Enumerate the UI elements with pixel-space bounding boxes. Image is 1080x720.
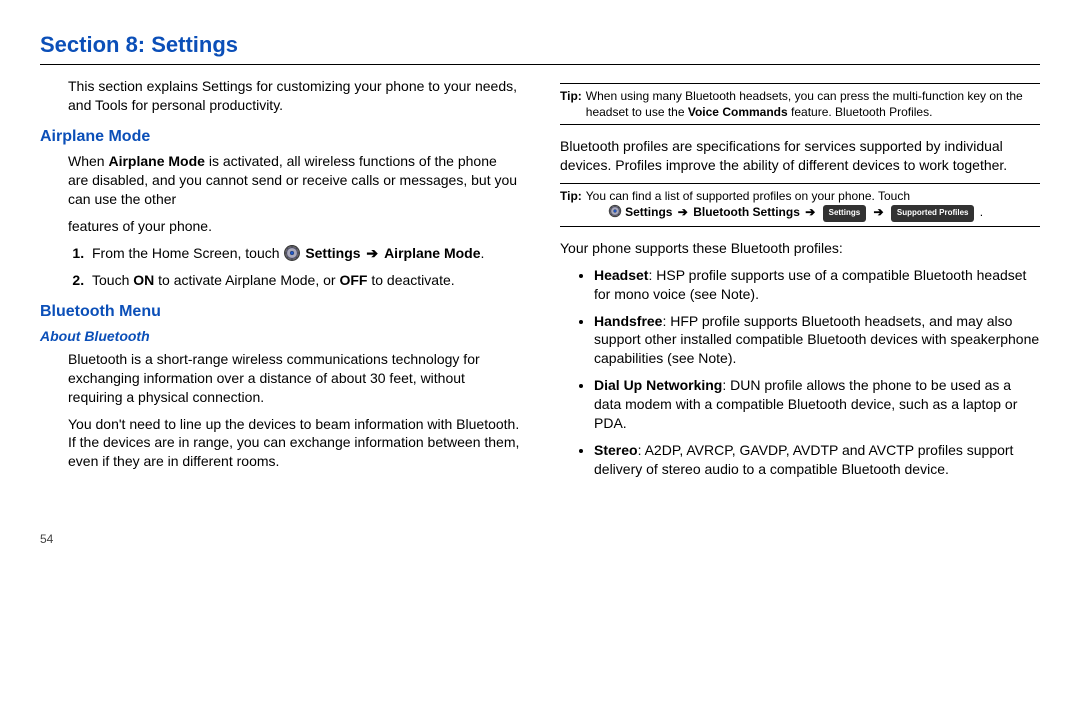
tip-rule-bottom <box>560 226 1040 227</box>
tip-1: Tip: When using many Bluetooth headsets,… <box>560 83 1040 125</box>
tip-text: You can find a list of supported profile… <box>586 188 1040 222</box>
airplane-desc: When Airplane Mode is activated, all wir… <box>68 152 520 209</box>
text: Touch <box>92 272 133 288</box>
voice-commands-bold: Voice Commands <box>688 105 788 119</box>
bluetooth-p2: You don't need to line up the devices to… <box>68 415 520 472</box>
profiles-list: Headset: HSP profile supports use of a c… <box>560 266 1040 479</box>
step-1: From the Home Screen, touch Settings ➔ A… <box>88 244 520 263</box>
tip-content: Tip: You can find a list of supported pr… <box>560 185 1040 225</box>
tip-2: Tip: You can find a list of supported pr… <box>560 183 1040 227</box>
airplane-mode-bold: Airplane Mode <box>108 153 204 169</box>
text: to activate Airplane Mode, or <box>154 272 339 288</box>
list-item: Stereo: A2DP, AVRCP, GAVDP, AVDTP and AV… <box>594 441 1040 479</box>
text: . <box>976 205 983 219</box>
title-rule <box>40 64 1040 65</box>
airplane-mode-heading: Airplane Mode <box>40 126 520 148</box>
about-bluetooth-subheading: About Bluetooth <box>40 327 520 346</box>
gear-icon <box>608 204 622 218</box>
text: : HSP profile supports use of a compatib… <box>594 267 1026 302</box>
dun-bold: Dial Up Networking <box>594 377 722 393</box>
left-column: This section explains Settings for custo… <box>40 77 520 548</box>
gear-icon <box>283 244 301 262</box>
settings-chip-icon: Settings <box>823 205 867 222</box>
off-bold: OFF <box>339 272 367 288</box>
airplane-desc-line2: features of your phone. <box>68 217 520 236</box>
stereo-bold: Stereo <box>594 442 638 458</box>
text: You can find a list of supported profile… <box>586 189 910 203</box>
settings-bold: Settings <box>625 205 672 219</box>
page-number: 54 <box>40 531 520 547</box>
settings-bold: Settings <box>305 245 360 261</box>
bt-settings-bold: Bluetooth Settings <box>693 205 800 219</box>
arrow-icon: ➔ <box>672 205 693 219</box>
tip-rule-top <box>560 83 1040 84</box>
tip-label: Tip: <box>560 188 582 222</box>
text: From the Home Screen, touch <box>92 245 283 261</box>
arrow-icon: ➔ <box>361 245 385 261</box>
supported-profiles-chip-icon: Supported Profiles <box>891 205 975 222</box>
bluetooth-p1: Bluetooth is a short-range wireless comm… <box>68 350 520 407</box>
text: : A2DP, AVRCP, GAVDP, AVDTP and AVCTP pr… <box>594 442 1013 477</box>
list-item: Handsfree: HFP profile supports Bluetoot… <box>594 312 1040 369</box>
on-bold: ON <box>133 272 154 288</box>
handsfree-bold: Handsfree <box>594 313 662 329</box>
tip-line2: Settings ➔ Bluetooth Settings ➔ Settings… <box>608 204 1040 222</box>
tip-rule-top <box>560 183 1040 184</box>
tip-rule-bottom <box>560 124 1040 125</box>
intro-text: This section explains Settings for custo… <box>68 77 520 115</box>
headset-bold: Headset <box>594 267 648 283</box>
step-2: Touch ON to activate Airplane Mode, or O… <box>88 271 520 290</box>
profiles-desc: Bluetooth profiles are specifications fo… <box>560 137 1040 175</box>
two-column-layout: This section explains Settings for custo… <box>40 77 1040 548</box>
text: feature. Bluetooth Profiles. <box>788 105 933 119</box>
section-title: Section 8: Settings <box>40 30 1040 60</box>
arrow-icon: ➔ <box>800 205 821 219</box>
text: . <box>481 245 485 261</box>
airplane-mode-bold: Airplane Mode <box>384 245 480 261</box>
tip-text: When using many Bluetooth headsets, you … <box>586 88 1040 120</box>
profiles-intro: Your phone supports these Bluetooth prof… <box>560 239 1040 258</box>
text: to deactivate. <box>367 272 454 288</box>
list-item: Headset: HSP profile supports use of a c… <box>594 266 1040 304</box>
arrow-icon: ➔ <box>868 205 889 219</box>
airplane-steps: From the Home Screen, touch Settings ➔ A… <box>40 244 520 290</box>
page: Section 8: Settings This section explain… <box>40 30 1040 547</box>
text: When <box>68 153 108 169</box>
bluetooth-menu-heading: Bluetooth Menu <box>40 301 520 323</box>
list-item: Dial Up Networking: DUN profile allows t… <box>594 376 1040 433</box>
right-column: Tip: When using many Bluetooth headsets,… <box>560 77 1040 548</box>
tip-label: Tip: <box>560 88 582 120</box>
tip-content: Tip: When using many Bluetooth headsets,… <box>560 85 1040 123</box>
